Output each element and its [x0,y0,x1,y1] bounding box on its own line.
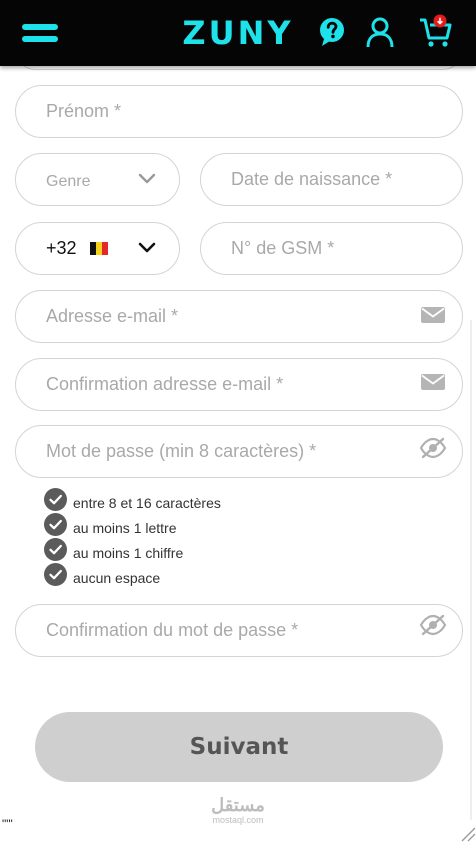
scrollbar[interactable] [470,320,472,820]
eye-slash-icon[interactable] [419,437,447,459]
next-button[interactable]: Suivant [35,712,443,782]
gsm-number-input[interactable]: N° de GSM * [200,222,463,275]
gender-placeholder: Genre [46,173,91,190]
watermark-latin: mostaql.com [212,815,264,825]
password-confirm-placeholder: Confirmation du mot de passe * [46,620,299,640]
phone-code-value: +32 [46,238,77,258]
watermark: مستقل mostaql.com [200,795,276,825]
phone-country-select[interactable]: +32 [15,222,180,275]
brand-logo[interactable]: ZUNY [0,14,476,52]
top-navigation-bar: ZUNY [0,0,476,66]
eye-slash-icon[interactable] [419,614,447,636]
email-confirm-placeholder: Confirmation adresse e-mail * [46,374,284,394]
password-rule-text: au moins 1 lettre [73,520,177,536]
birthdate-input[interactable]: Date de naissance * [200,153,463,206]
email-input[interactable]: Adresse e-mail * [15,290,463,343]
envelope-icon [420,305,446,325]
check-circle-icon [44,513,67,536]
email-confirm-input[interactable]: Confirmation adresse e-mail * [15,358,463,411]
check-circle-icon [44,488,67,511]
corner-text: ""' [2,817,13,831]
user-account-icon[interactable] [364,16,396,48]
watermark-arabic: مستقل [211,795,265,815]
help-icon[interactable] [316,16,348,48]
birthdate-placeholder: Date de naissance * [231,169,393,189]
email-placeholder: Adresse e-mail * [46,306,179,326]
shopping-cart-icon[interactable] [418,14,454,50]
password-rule-text: entre 8 et 16 caractères [73,495,221,511]
first-name-placeholder: Prénom * [46,101,122,121]
check-circle-icon [44,563,67,586]
password-input[interactable]: Mot de passe (min 8 caractères) * [15,425,463,478]
resize-grip-icon [458,826,476,842]
gsm-placeholder: N° de GSM * [231,238,335,258]
first-name-input[interactable]: Prénom * [15,85,463,138]
gender-select[interactable]: Genre [15,153,180,206]
password-confirm-input[interactable]: Confirmation du mot de passe * [15,604,463,657]
check-circle-icon [44,538,67,561]
password-rule-text: aucun espace [73,570,161,586]
password-rule-text: au moins 1 chiffre [73,545,184,561]
belgium-flag-icon [90,242,108,255]
chevron-down-icon [138,241,156,255]
password-placeholder: Mot de passe (min 8 caractères) * [46,441,317,461]
envelope-icon [420,372,446,392]
chevron-down-icon [138,172,156,186]
